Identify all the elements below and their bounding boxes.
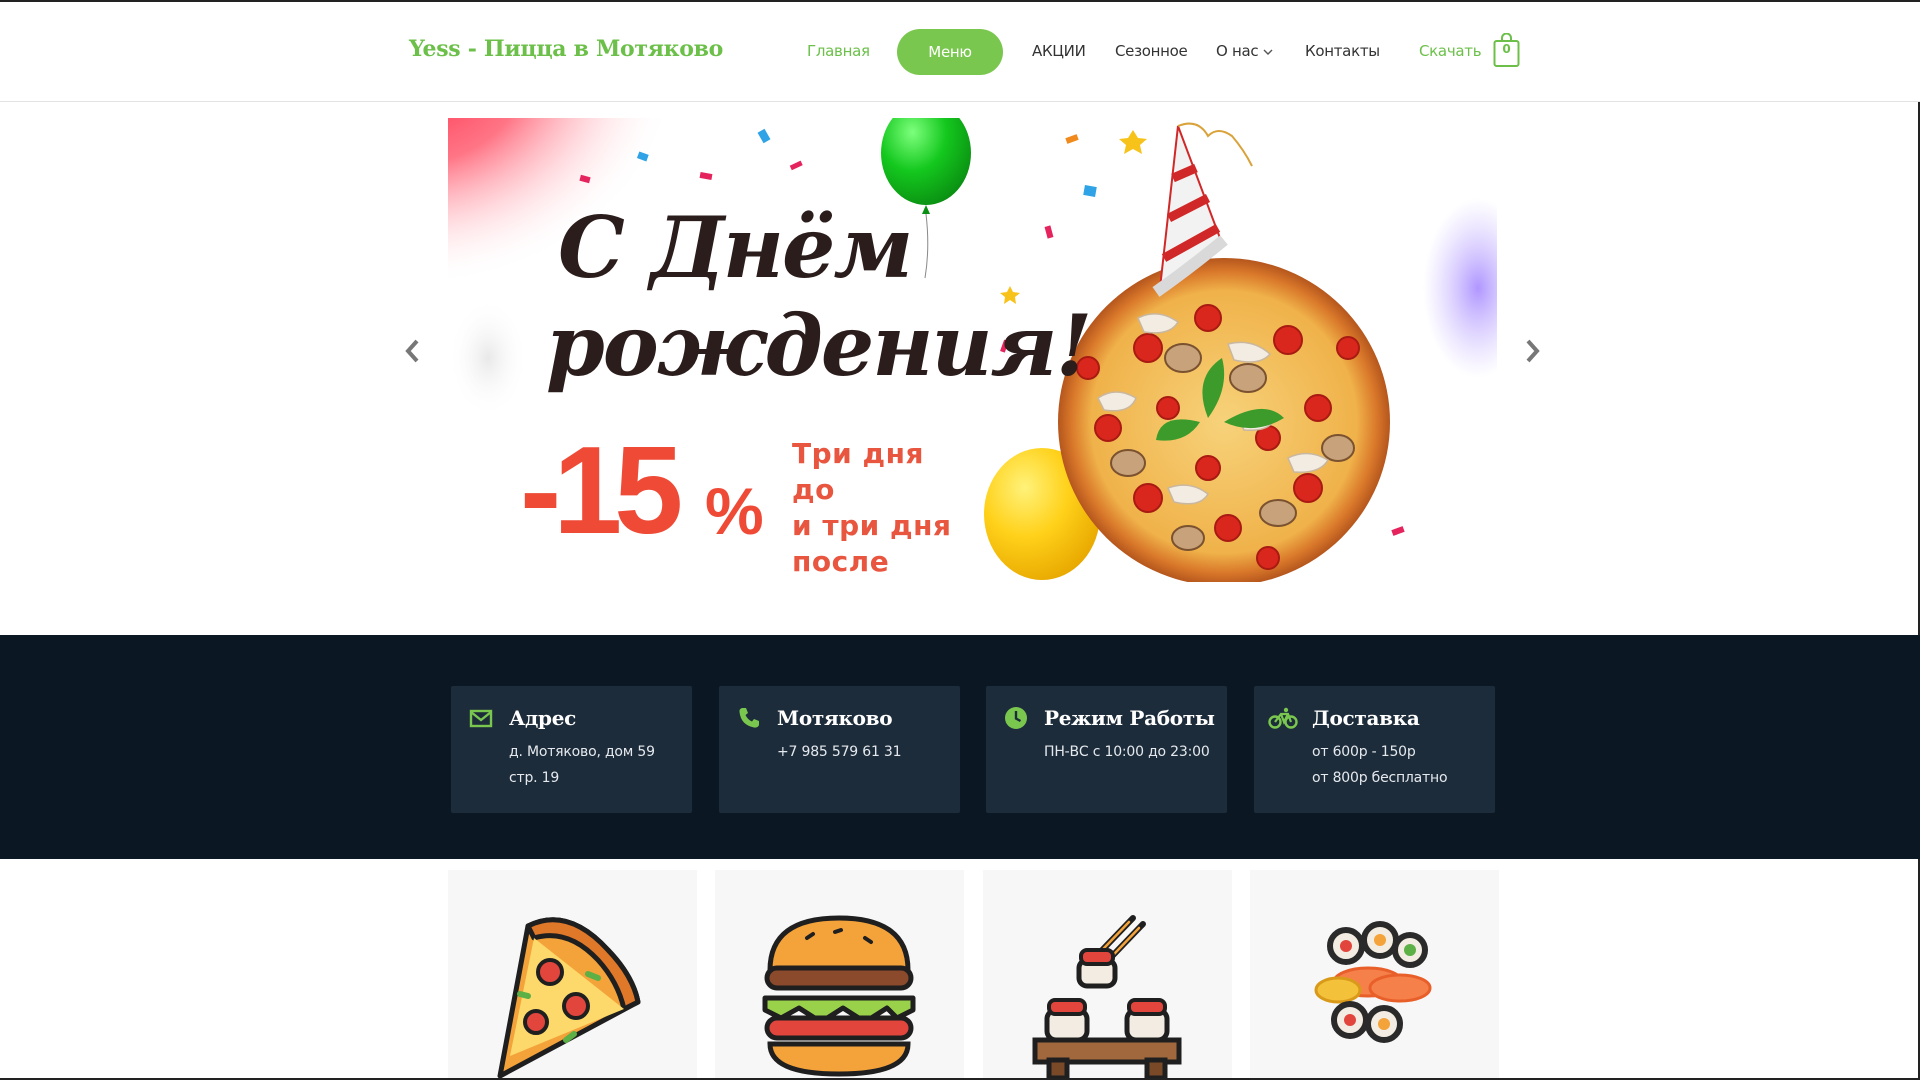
category-card-pizza[interactable]	[448, 870, 697, 1080]
info-card-hours: Режим Работы ПН-ВС с 10:00 до 23:00	[986, 686, 1227, 813]
slide-subtitle: Три дня до и три дня после	[792, 436, 972, 580]
info-line: от 600р - 150р	[1312, 744, 1416, 760]
slide-title-line2: рождения!	[546, 296, 1092, 395]
phone-icon	[739, 708, 759, 728]
sushi-rolls-icon	[1314, 921, 1432, 1043]
nav-seasonal[interactable]: Сезонное	[1115, 42, 1188, 60]
cart-button[interactable]: 0	[1493, 32, 1520, 68]
sushi-chopsticks-icon	[1032, 915, 1182, 1080]
category-card-rolls[interactable]	[1250, 870, 1499, 1080]
nav-about-label: О нас	[1216, 42, 1259, 60]
phone-number[interactable]: +7 985 579 61 31	[777, 744, 902, 760]
info-card-delivery: Доставка от 600р - 150р от 800р бесплатн…	[1254, 686, 1495, 813]
category-card-burger[interactable]	[715, 870, 964, 1080]
info-title: Доставка	[1312, 706, 1420, 730]
clock-icon	[1005, 707, 1027, 729]
info-card-address: Адрес д. Мотяково, дом 59 стр. 19	[451, 686, 692, 813]
slide-title-line1: С Днём	[558, 198, 913, 297]
slide-subtitle-line2: и три дня	[792, 509, 952, 542]
info-band	[0, 635, 1920, 859]
slide-subtitle-line3: после	[792, 545, 890, 578]
promo-slider[interactable]: С Днём рождения! -15 % Три дня до и три …	[448, 118, 1497, 582]
nav-contacts[interactable]: Контакты	[1305, 42, 1380, 60]
slider-prev-arrow-icon[interactable]	[403, 336, 423, 366]
pizza-icon	[497, 917, 641, 1079]
site-logo[interactable]: Yess - Пицца в Мотяково	[409, 36, 723, 62]
site-header: Yess - Пицца в Мотяково Главная Меню АКЦ…	[0, 2, 1920, 102]
nav-about[interactable]: О нас	[1216, 42, 1273, 60]
envelope-icon	[469, 709, 493, 728]
info-line: стр. 19	[509, 770, 560, 786]
chevron-down-icon	[1263, 49, 1273, 55]
nav-download[interactable]: Скачать	[1419, 42, 1482, 60]
nav-promos[interactable]: АКЦИИ	[1032, 42, 1086, 60]
info-title: Мотяково	[777, 706, 893, 730]
info-title: Адрес	[509, 706, 577, 730]
slider-next-arrow-icon[interactable]	[1522, 336, 1542, 366]
bicycle-icon	[1268, 707, 1298, 729]
info-title: Режим Работы	[1044, 706, 1215, 730]
slide-subtitle-line1: Три дня до	[792, 437, 924, 506]
info-line: от 800р бесплатно	[1312, 770, 1448, 786]
info-line: д. Мотяково, дом 59	[509, 744, 655, 760]
nav-menu-button[interactable]: Меню	[897, 29, 1003, 75]
nav-home[interactable]: Главная	[807, 42, 870, 60]
slide-percent: %	[705, 474, 764, 548]
category-card-sushi-sets[interactable]	[983, 870, 1232, 1080]
burger-icon	[762, 915, 916, 1077]
info-card-phone: Мотяково +7 985 579 61 31	[719, 686, 960, 813]
cart-count: 0	[1502, 42, 1511, 56]
slide-discount: -15	[520, 422, 683, 560]
info-line: ПН-ВС с 10:00 до 23:00	[1044, 744, 1210, 760]
